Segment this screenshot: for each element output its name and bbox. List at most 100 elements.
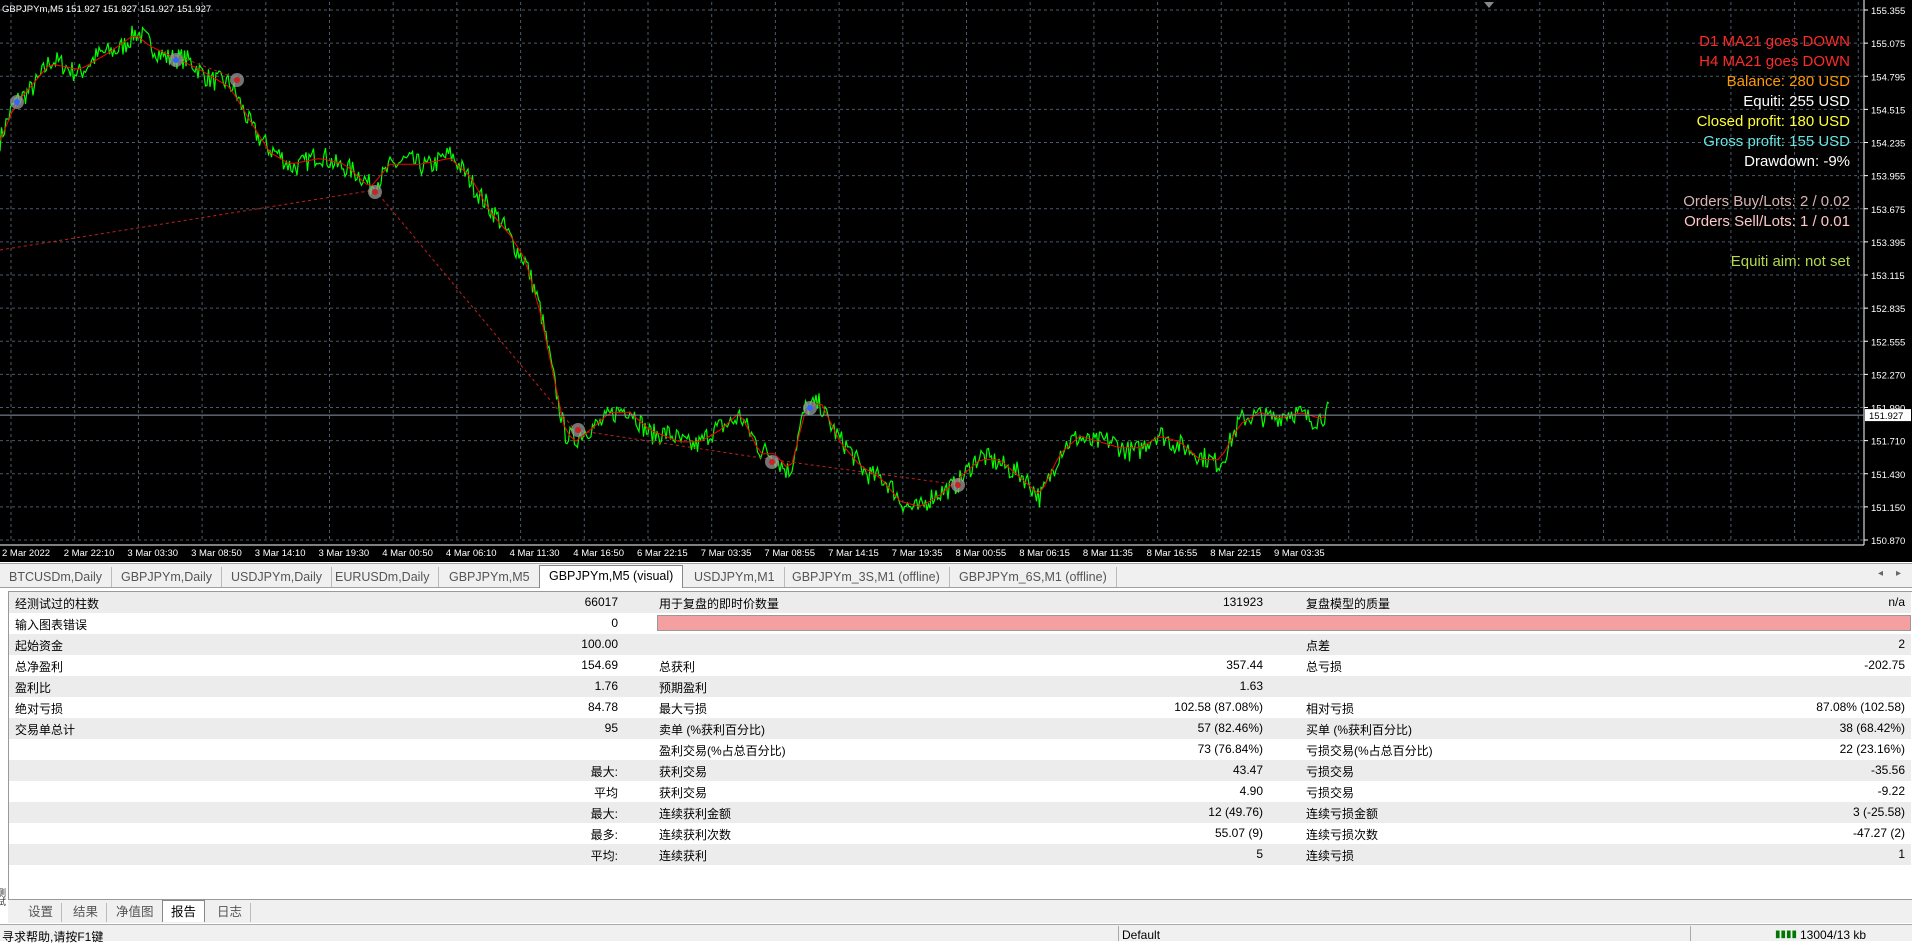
report-value: -202.75 [1864,658,1905,672]
report-label: 连续亏损 [1306,849,1355,863]
chart-tab[interactable]: GBPJPYm,Daily [112,567,222,587]
report-label: 绝对亏损 [15,702,64,716]
tester-sidebar-label: 测试 [0,888,6,906]
report-row: 交易单总计 95 卖单 (%获利百分比) 57 (82.46%) 买单 (%获利百分比)… [9,718,1911,739]
report-value: 87.08% (102.58) [1816,700,1905,714]
status-help-text: 寻求帮助,请按F1键 [2,930,104,944]
trade-marker-dot [173,57,179,63]
report-row: 起始资金 100.00 点差 2 [9,634,1911,655]
report-value: 357.44 [1226,658,1263,672]
info-line: D1 MA21 goes DOWN [1699,33,1850,50]
time-tick-label: 8 Mar 06:15 [1019,548,1070,559]
time-tick-label: 8 Mar 22:15 [1210,548,1261,559]
report-value: 102.58 (87.08%) [1174,700,1263,714]
report-label: 起始资金 [15,639,64,653]
price-tick-label: 153.395 [1871,238,1905,249]
chart-tab[interactable]: GBPJPYm,M5 [440,567,540,587]
chart-tab[interactable]: GBPJPYm_6S,M1 (offline) [950,567,1117,587]
report-value: 最大: [590,765,618,779]
chart-tab[interactable]: BTCUSDm,Daily [0,567,113,587]
price-tick-label: 152.835 [1871,304,1905,315]
price-tick-label: 152.270 [1871,370,1905,381]
report-value: 1 [1898,847,1905,861]
report-value: 38 (68.42%) [1839,721,1905,735]
report-label: 复盘模型的质量 [1306,597,1391,611]
report-value: 2 [1898,637,1905,651]
report-row: 平均: 连续获利 5 连续亏损 1 [9,844,1911,865]
trade-marker-dot [234,77,240,83]
report-row: 最大: 获利交易 43.47 亏损交易 -35.56 [9,760,1911,781]
chart-window[interactable]: 155.355 155.075 154.795 154.515 154.235 153.9… [0,0,1912,562]
time-tick-label: 2 Mar 22:10 [64,548,115,559]
chart-tab[interactable]: USDJPYm,Daily [222,567,332,587]
report-value: 22 (23.16%) [1839,742,1905,756]
info-line: Equiti aim: not set [1730,253,1850,270]
price-series-line [0,25,1330,514]
time-tick-label: 9 Mar 03:35 [1274,548,1325,559]
report-label: 预期盈利 [659,681,708,695]
trade-connector-line [374,189,576,431]
report-label: 亏损交易 [1306,786,1355,800]
tester-tab[interactable]: 报告 [162,900,206,922]
tester-tab[interactable]: 日志 [209,903,252,922]
time-tick-label: 8 Mar 11:35 [1083,548,1133,559]
time-tick-label: 3 Mar 08:50 [191,548,242,559]
info-line: Orders Buy/Lots: 2 / 0.02 [1683,193,1850,210]
report-row: 盈利交易(%占总百分比) 73 (76.84%) 亏损交易(%占总百分比) 22 (2… [9,739,1911,760]
price-tick-label: 153.115 [1871,271,1905,282]
report-value: -35.56 [1870,763,1905,777]
tab-scroll-left-icon[interactable]: ◂ [1878,568,1883,579]
status-profile: Default [1122,928,1161,942]
trade-marker-dot [955,482,961,488]
time-tick-label: 3 Mar 14:10 [255,548,306,559]
report-label: 总获利 [659,660,696,674]
report-value: 1.76 [594,679,618,693]
report-label: 相对亏损 [1306,702,1355,716]
time-tick-label: 8 Mar 00:55 [956,548,1007,559]
tester-tab[interactable]: 结果 [65,903,108,922]
report-value: 平均: [590,849,618,863]
chart-tab[interactable]: EURUSDm,Daily [326,567,440,587]
report-value: 154.69 [581,658,618,672]
report-label: 获利交易 [659,765,708,779]
time-tick-label: 4 Mar 06:10 [446,548,497,559]
trade-marker-dot [575,427,581,433]
info-line: Orders Sell/Lots: 1 / 0.01 [1684,213,1850,230]
info-line: Closed profit: 180 USD [1696,113,1850,130]
tester-tab[interactable]: 设置 [20,903,63,922]
report-label: 点差 [1306,639,1331,653]
report-label: 连续亏损金额 [1306,807,1379,821]
tab-scroll-right-icon[interactable]: ▸ [1896,568,1901,579]
report-value: 1.63 [1239,679,1263,693]
trade-marker-dot [807,405,813,411]
price-tick-label: 151.150 [1871,503,1905,514]
chart-tab[interactable]: USDJPYm,M1 [685,567,785,587]
connection-bars-icon: ▮▮▮▮ [1775,929,1798,940]
report-label: 用于复盘的即时价数量 [659,597,780,611]
time-tick-label: 7 Mar 08:55 [764,548,815,559]
report-label: 连续亏损次数 [1306,828,1379,842]
report-row: 盈利比 1.76 预期盈利 1.63 [9,676,1911,697]
chart-tabs-bar: BTCUSDm,Daily GBPJPYm,Daily USDJPYm,Daily E… [0,563,1912,588]
chart-tab[interactable]: GBPJPYm,M5 (visual) [539,565,684,588]
report-value: 0 [611,616,618,630]
chart-symbol-header: GBPJPYm,M5 151.927 151.927 151.927 151.9… [2,4,211,15]
info-line: H4 MA21 goes DOWN [1699,53,1850,70]
report-value: 131923 [1222,595,1263,609]
time-tick-label: 4 Mar 11:30 [510,548,560,559]
report-value: -47.27 (2) [1852,826,1905,840]
time-tick-label: 3 Mar 19:30 [319,548,370,559]
report-value: n/a [1888,595,1905,609]
report-row: 总净盈利 154.69 总获利 357.44 总亏损 -202.75 [9,655,1911,676]
time-tick-label: 2 Mar 2022 [2,548,50,559]
trade-marker-dot [372,189,378,195]
price-chart[interactable]: 155.355 155.075 154.795 154.515 154.235 153.9… [0,0,1912,562]
report-label: 连续获利金额 [659,807,732,821]
price-tick-label: 154.795 [1871,72,1905,83]
price-tick-label: 151.710 [1871,437,1905,448]
chart-tab[interactable]: GBPJPYm_3S,M1 (offline) [783,567,950,587]
tester-tab[interactable]: 净值图 [108,903,163,922]
price-tick-label: 155.075 [1871,39,1905,50]
time-tick-label: 4 Mar 00:50 [382,548,433,559]
report-value: 4.90 [1239,784,1263,798]
